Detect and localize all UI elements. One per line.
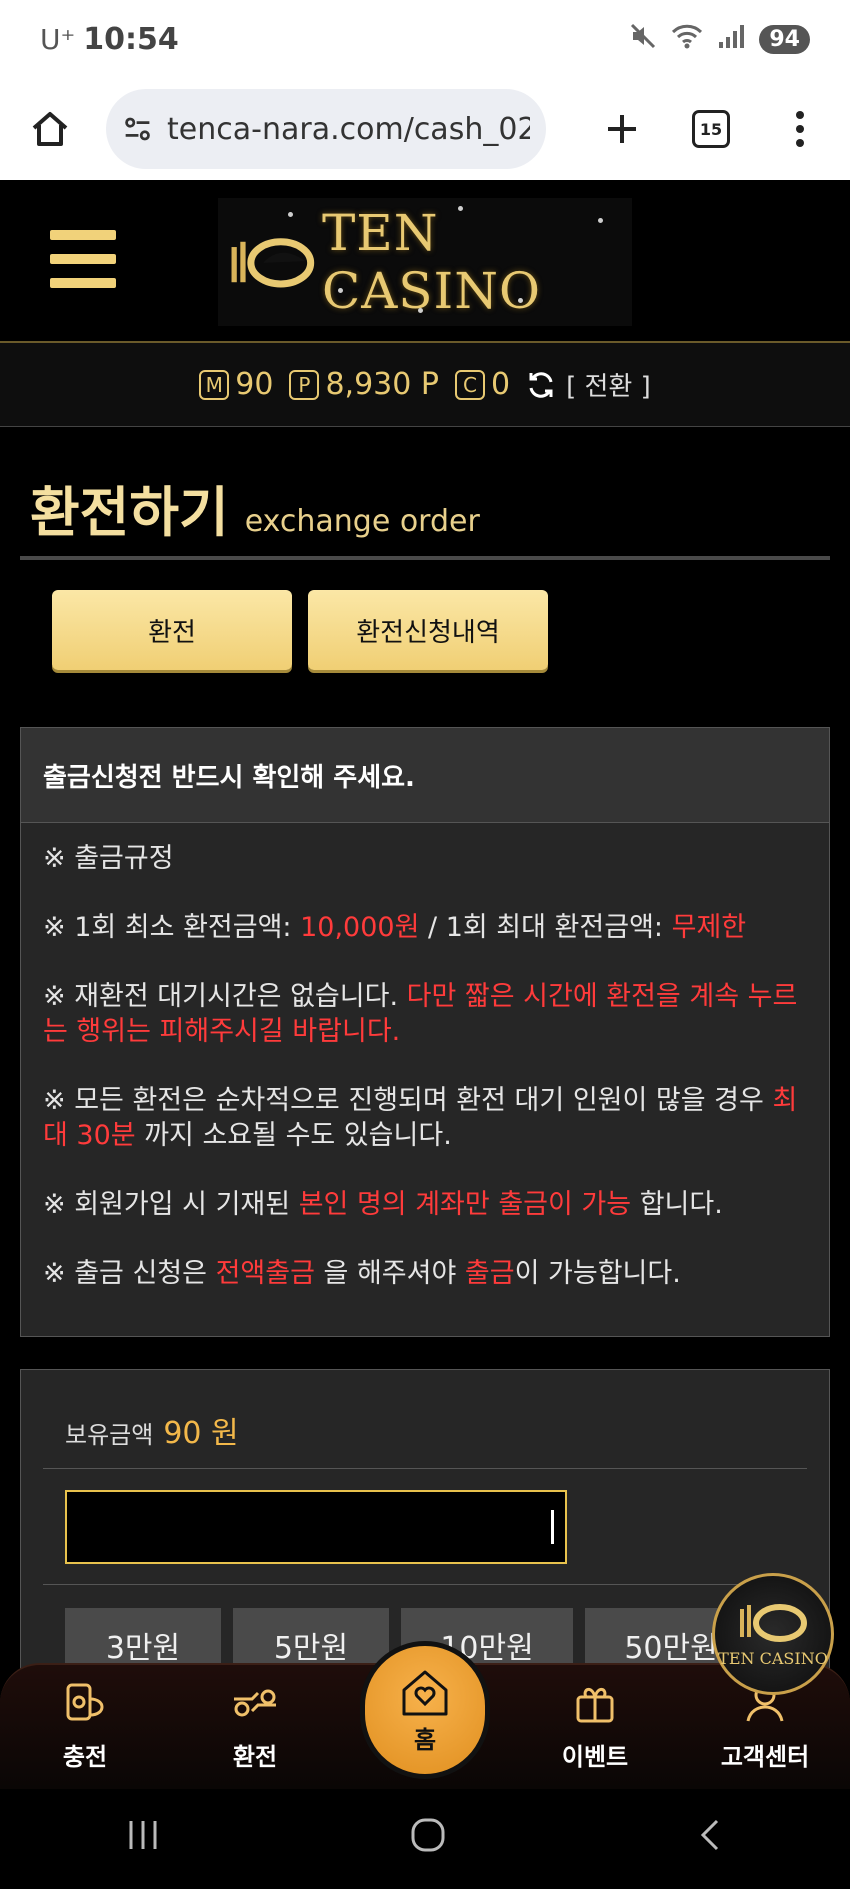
menu-icon-bar: [50, 278, 116, 288]
site-settings-icon[interactable]: [122, 112, 153, 146]
rule-title: ※ 출금규정: [43, 843, 174, 874]
floating-logo-button[interactable]: TEN CASINO: [712, 1573, 834, 1695]
recent-apps-button[interactable]: [125, 1819, 161, 1860]
form-divider: [43, 1584, 807, 1585]
menu-icon-bar: [50, 254, 116, 264]
menu-button[interactable]: [50, 230, 116, 288]
site-logo[interactable]: TEN CASINO: [218, 198, 632, 326]
url-text[interactable]: tenca-nara.com/cash_02.a: [167, 112, 530, 147]
browser-actions: 15: [596, 103, 826, 155]
browser-menu-button[interactable]: [774, 103, 826, 155]
nav-home-label: 홈: [413, 1725, 437, 1754]
logo-mark-icon: [740, 1603, 807, 1642]
home-icon: [32, 112, 68, 146]
clock: 10:54: [83, 21, 179, 57]
tab-exchange-history[interactable]: 환전신청내역: [308, 590, 548, 670]
notice-body: ※ 출금규정 ※ 1회 최소 환전금액: 10,000원 / 1회 최대 환전금…: [21, 823, 829, 1343]
gift-icon: [576, 1688, 614, 1723]
title-divider: [20, 556, 830, 560]
page-title-korean: 환전하기: [30, 481, 229, 544]
battery-indicator: 94: [759, 24, 810, 54]
menu-icon-bar: [50, 230, 116, 240]
address-bar[interactable]: tenca-nara.com/cash_02.a: [106, 89, 546, 169]
site-header: TEN CASINO: [0, 180, 850, 343]
status-icons: 94: [629, 22, 810, 56]
balance-bar: M 90 P 8,930 P C 0 [ 전환 ]: [0, 343, 850, 427]
home-button[interactable]: [24, 103, 76, 155]
tab-exchange[interactable]: 환전: [52, 590, 292, 670]
signal-icon: [717, 22, 745, 56]
nav-event-label: 이벤트: [561, 1743, 629, 1771]
logo-mark-icon: [231, 238, 315, 288]
rule-line-1: ※ 1회 최소 환전금액: 10,000원 / 1회 최대 환전금액: 무제한: [43, 912, 747, 943]
new-tab-button[interactable]: [596, 103, 648, 155]
rule-line-4: ※ 회원가입 시 기재된 본인 명의 계좌만 출금이 가능 합니다.: [43, 1189, 723, 1220]
c-badge: C: [454, 369, 485, 400]
casino-balance: C 0: [454, 367, 511, 402]
point-value: 8,930 P: [325, 367, 439, 402]
nav-charge-label: 충전: [62, 1743, 108, 1771]
text-cursor: [551, 1510, 554, 1544]
back-icon: [701, 1819, 719, 1850]
recent-apps-icon: [129, 1820, 157, 1849]
switch-button[interactable]: [ 전환 ]: [526, 366, 651, 403]
amount-input[interactable]: [65, 1490, 567, 1564]
status-left: U⁺ 10:54: [40, 22, 179, 57]
wifi-icon: [671, 22, 703, 56]
rule-line-2: ※ 재환전 대기시간은 없습니다. 다만 짧은 시간에 환전을 계속 누르는 행…: [43, 981, 798, 1047]
circle-home-icon: [411, 1818, 445, 1851]
floating-logo-text: TEN CASINO: [718, 1648, 828, 1668]
system-home-button[interactable]: [410, 1817, 446, 1862]
switch-label: [ 전환 ]: [566, 372, 651, 402]
form-divider: [43, 1468, 807, 1469]
p-badge: P: [289, 369, 320, 400]
point-balance: P 8,930 P: [289, 367, 439, 402]
page-title: 환전하기 exchange order: [30, 468, 480, 547]
nav-support-label: 고객센터: [720, 1743, 810, 1771]
notice-heading: 출금신청전 반드시 확인해 주세요.: [21, 728, 829, 823]
nav-exchange[interactable]: 환전: [190, 1677, 320, 1772]
rule-line-3: ※ 모든 환전은 순차적으로 진행되며 환전 대기 인원이 많을 경우 최대 3…: [43, 1085, 798, 1151]
held-amount-value: 90 원: [163, 1416, 239, 1451]
system-back-button[interactable]: [695, 1817, 725, 1862]
more-vert-icon: [796, 111, 804, 147]
page-title-english: exchange order: [244, 504, 480, 539]
refresh-icon: [529, 371, 553, 398]
rule-line-5: ※ 출금 신청은 전액출금 을 해주셔야 출금이 가능합니다.: [43, 1258, 681, 1289]
nav-event[interactable]: 이벤트: [530, 1677, 660, 1772]
nav-charge[interactable]: 충전: [20, 1677, 150, 1772]
nav-exchange-label: 환전: [232, 1743, 278, 1771]
browser-toolbar: tenca-nara.com/cash_02.a 15: [0, 78, 850, 180]
plus-icon: [608, 115, 636, 143]
money-balance: M 90: [199, 367, 273, 402]
casino-value: 0: [490, 367, 511, 402]
money-value: 90: [235, 367, 274, 402]
logo-text: TEN CASINO: [321, 204, 542, 320]
held-amount-label: 보유금액: [65, 1421, 154, 1449]
charge-icon: [66, 1683, 104, 1721]
carrier-label: U⁺: [40, 22, 76, 56]
home-heart-icon: [402, 1670, 448, 1715]
system-navigation: [0, 1789, 850, 1889]
status-bar: U⁺ 10:54 94: [0, 0, 850, 78]
nav-home[interactable]: 홈: [360, 1641, 490, 1779]
exchange-icon: [234, 1689, 276, 1717]
withdraw-notice: 출금신청전 반드시 확인해 주세요. ※ 출금규정 ※ 1회 최소 환전금액: …: [20, 727, 830, 1337]
m-badge: M: [199, 369, 230, 400]
mute-icon: [629, 22, 657, 56]
held-amount: 보유금액 90 원: [65, 1408, 239, 1452]
tab-switcher-button[interactable]: 15: [692, 110, 730, 148]
